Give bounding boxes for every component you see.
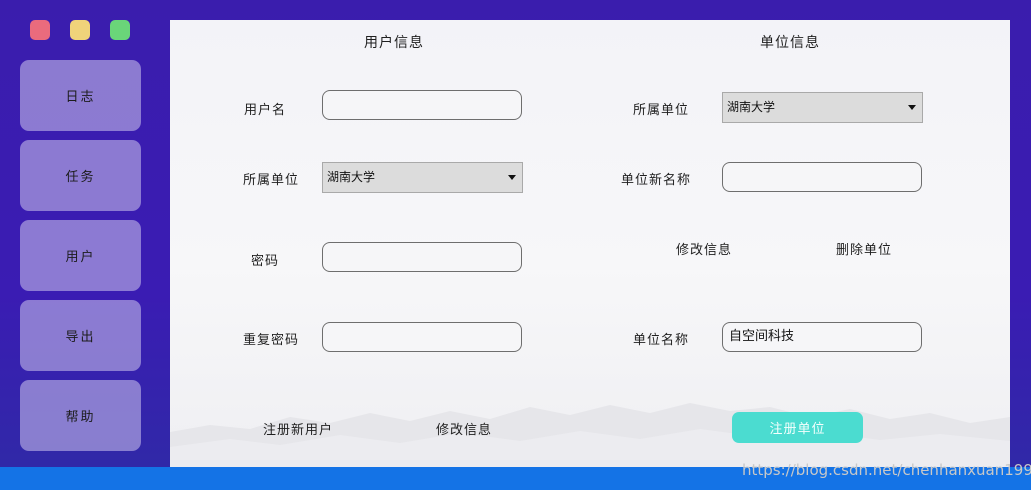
unit-name-input[interactable]: 自空间科技 [722,322,922,352]
unit-selected: 湖南大学 [727,100,776,114]
unit-info-title: 单位信息 [760,35,820,51]
close-window-button[interactable] [30,20,50,40]
delete-unit-button[interactable]: 删除单位 [836,239,892,258]
nav-task-button[interactable]: 任务 [20,140,141,211]
unit-new-name-label: 单位新名称 [621,173,692,188]
username-label: 用户名 [244,103,287,118]
user-info-title: 用户信息 [364,35,424,51]
password-label: 密码 [251,254,280,269]
unit-label: 所属单位 [633,103,690,118]
repeat-password-label: 重复密码 [243,333,300,348]
nav-log-button[interactable]: 日志 [20,60,141,131]
maximize-window-button[interactable] [110,20,130,40]
main-panel: 用户信息 单位信息 用户名 所属单位 湖南大学 密码 重复密码 注册新用户 修改… [170,20,1010,467]
user-unit-selected: 湖南大学 [327,170,376,184]
watermark-text: https://blog.csdn.net/chenhanxuan1999 [742,461,1031,479]
app-window: 日志 任务 用户 导出 帮助 用户信息 单位信息 用户名 所属单位 湖南大学 密… [0,0,1031,490]
user-unit-select[interactable]: 湖南大学 [322,162,523,193]
user-modify-info-button[interactable]: 修改信息 [436,419,492,438]
unit-select[interactable]: 湖南大学 [722,92,923,123]
unit-modify-info-button[interactable]: 修改信息 [676,239,732,258]
minimize-window-button[interactable] [70,20,90,40]
username-input[interactable] [322,90,522,120]
password-input[interactable] [322,242,522,272]
repeat-password-input[interactable] [322,322,522,352]
nav-help-button[interactable]: 帮助 [20,380,141,451]
nav-export-button[interactable]: 导出 [20,300,141,371]
unit-name-label: 单位名称 [633,333,690,348]
register-user-button[interactable]: 注册新用户 [263,419,333,438]
chevron-down-icon [508,175,516,180]
chevron-down-icon [908,105,916,110]
unit-new-name-input[interactable] [722,162,922,192]
register-unit-button[interactable]: 注册单位 [732,412,863,443]
nav-user-button[interactable]: 用户 [20,220,141,291]
user-unit-label: 所属单位 [243,173,300,188]
